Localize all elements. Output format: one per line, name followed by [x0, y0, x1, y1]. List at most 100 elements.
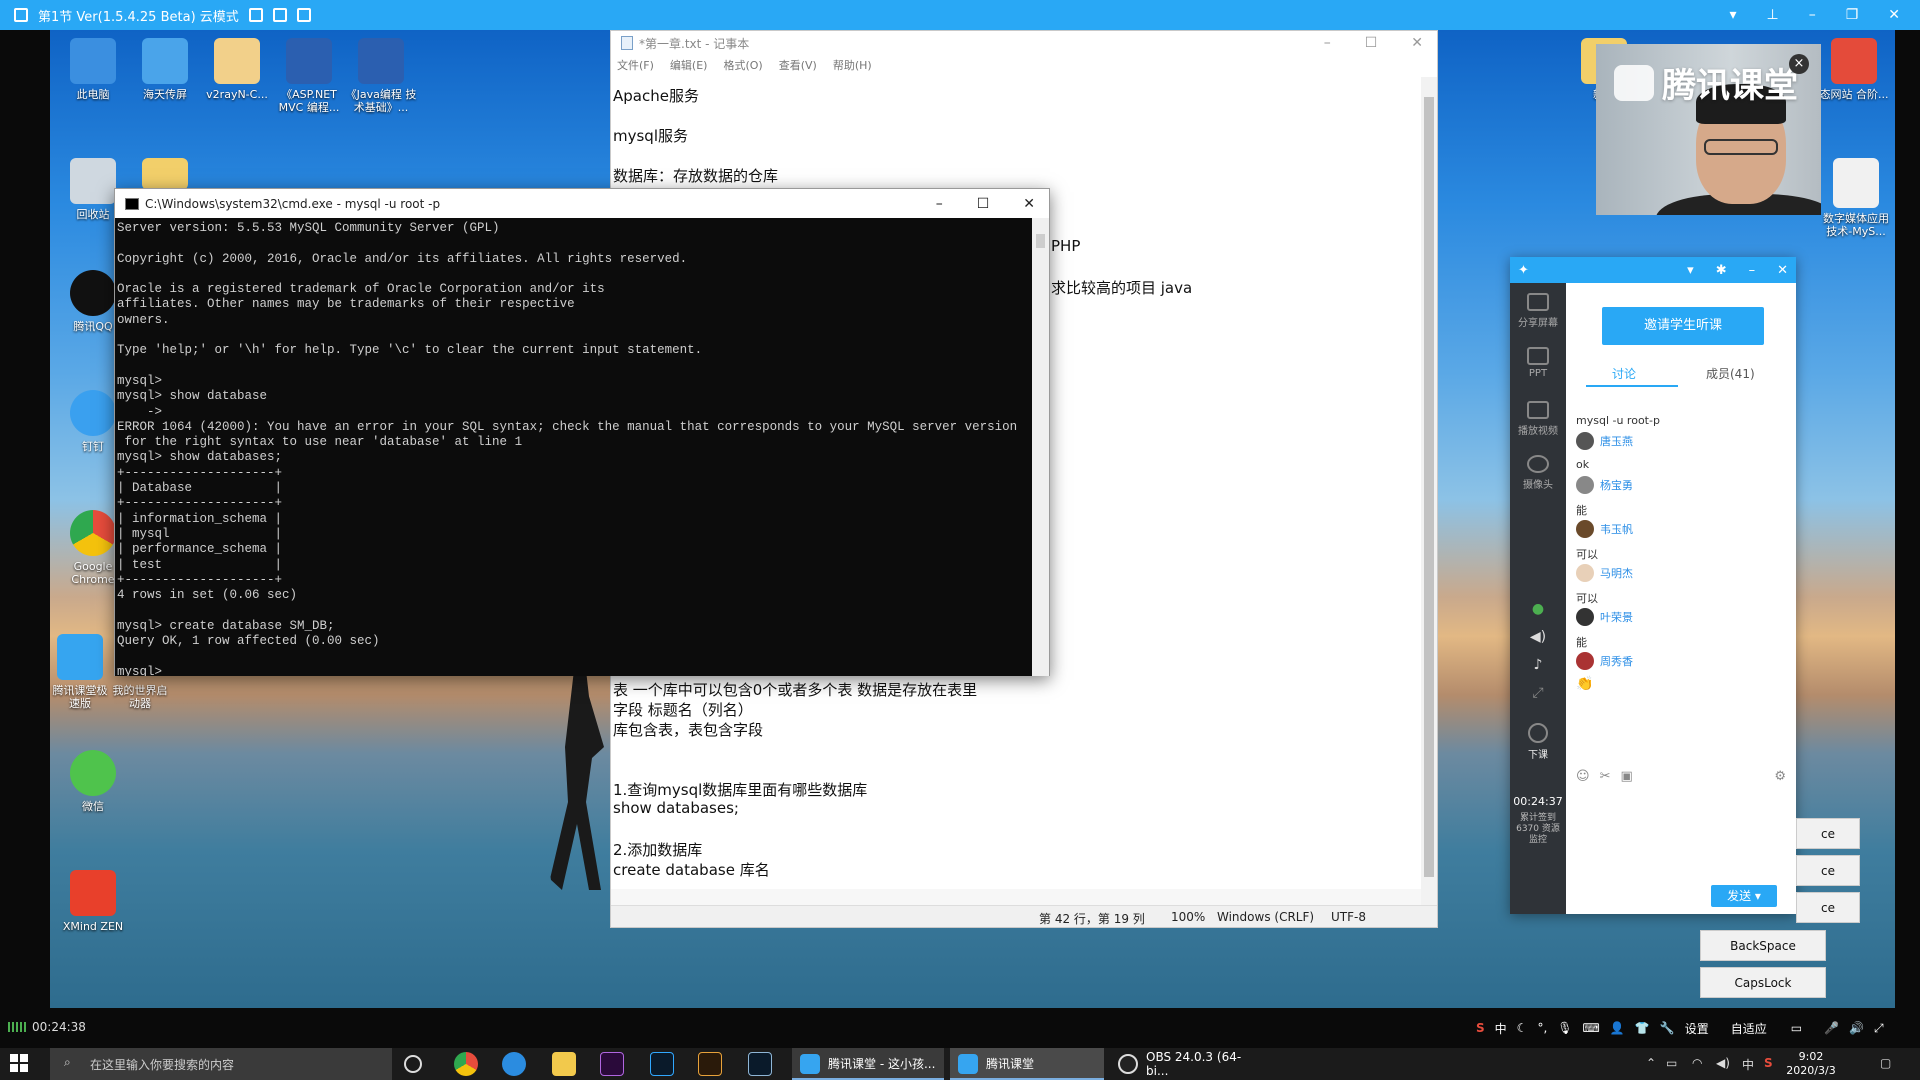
- desktop-icon-java-doc[interactable]: 《Java编程 技术基础》...: [344, 38, 418, 114]
- sogou-tray-icon[interactable]: S: [1764, 1056, 1773, 1070]
- close-button[interactable]: ✕: [1411, 35, 1423, 51]
- play-video-button[interactable]: 播放视频: [1510, 401, 1566, 437]
- ppt-button[interactable]: PPT: [1510, 347, 1566, 379]
- taskbar-search-box[interactable]: ⌕ 在这里输入你要搜索的内容: [50, 1048, 392, 1080]
- bridge-icon[interactable]: [698, 1052, 722, 1076]
- chat-sender[interactable]: 叶荣景: [1576, 608, 1633, 626]
- notification-icon[interactable]: ▢: [1880, 1056, 1891, 1070]
- taskbar-task-tencent-class-1[interactable]: 腾讯课堂 - 这小孩...: [792, 1048, 944, 1080]
- chat-sender[interactable]: 杨宝勇: [1576, 476, 1633, 494]
- tab-discussion[interactable]: 讨论: [1612, 365, 1636, 382]
- key-capslock[interactable]: CapsLock: [1700, 967, 1826, 998]
- desktop-icon-tencent-class[interactable]: 腾讯课堂极速版: [50, 634, 110, 710]
- cmd-console[interactable]: Server version: 5.5.53 MySQL Community S…: [115, 218, 1033, 676]
- desktop-icon-v2rayn[interactable]: v2rayN-C...: [200, 38, 274, 101]
- key-ce[interactable]: ce: [1796, 855, 1860, 886]
- notepad-horizontal-scrollbar[interactable]: [611, 889, 1421, 905]
- close-button[interactable]: ✕: [1777, 263, 1788, 278]
- scroll-thumb[interactable]: [1036, 234, 1045, 248]
- chat-sender[interactable]: 周秀香: [1576, 652, 1633, 670]
- mic-icon[interactable]: ●: [1510, 601, 1566, 617]
- wrench-icon[interactable]: 🔧: [1660, 1021, 1675, 1035]
- photoshop-icon[interactable]: [650, 1052, 674, 1076]
- image-icon[interactable]: ▣: [1620, 769, 1632, 785]
- dropdown-icon[interactable]: ▾: [1687, 263, 1694, 278]
- keyboard-icon[interactable]: ⌨: [1583, 1021, 1600, 1035]
- maximize-button[interactable]: ☐: [977, 196, 990, 212]
- key-backspace[interactable]: BackSpace: [1700, 930, 1826, 961]
- file-explorer-icon[interactable]: [552, 1052, 576, 1076]
- speaker-icon[interactable]: ◀): [1510, 629, 1566, 645]
- minimize-button[interactable]: –: [1749, 263, 1756, 278]
- notepad-titlebar[interactable]: *第一章.txt - 记事本 – ☐ ✕: [611, 31, 1437, 55]
- edit-icon[interactable]: [248, 8, 263, 22]
- home-icon[interactable]: [296, 8, 311, 22]
- desktop-icon-web-course[interactable]: 态网站 合阶...: [1816, 38, 1892, 101]
- maximize-button[interactable]: ☐: [1365, 35, 1378, 51]
- desktop-icon-haitian[interactable]: 海天传屏: [128, 38, 202, 101]
- taskbar-task-tencent-class-2[interactable]: 腾讯课堂: [950, 1048, 1104, 1080]
- minimize-button[interactable]: –: [1324, 35, 1331, 51]
- chat-sender[interactable]: 唐玉燕: [1576, 432, 1633, 450]
- cmd-scrollbar[interactable]: [1032, 218, 1049, 676]
- video-close-button[interactable]: ×: [1789, 54, 1809, 74]
- send-button[interactable]: 发送 ▾: [1711, 885, 1777, 907]
- pin-icon[interactable]: ✱: [1716, 263, 1727, 278]
- key-ce[interactable]: ce: [1796, 892, 1860, 923]
- mic-icon[interactable]: 🎙: [1557, 1021, 1572, 1035]
- close-button[interactable]: ✕: [1023, 196, 1035, 212]
- sogou-icon[interactable]: S: [1476, 1021, 1485, 1035]
- desktop-icon-this-pc[interactable]: 此电脑: [56, 38, 130, 101]
- chat-sender[interactable]: 韦玉帆: [1576, 520, 1633, 538]
- user-icon[interactable]: 👤: [1610, 1021, 1625, 1035]
- share-icon[interactable]: [272, 8, 287, 22]
- fit-label[interactable]: 自适应: [1731, 1020, 1767, 1037]
- dropdown-icon[interactable]: ▾: [1729, 7, 1736, 23]
- battery-icon[interactable]: ▭: [1666, 1056, 1677, 1070]
- windows-start-icon[interactable]: [10, 1054, 30, 1074]
- end-class-button[interactable]: 下课: [1510, 723, 1566, 761]
- maximize-button[interactable]: ❐: [1846, 7, 1859, 23]
- classroom-panel[interactable]: ✦ ▾ ✱ – ✕ 分享屏幕 PPT 播放视频 摄像头 ● ◀) ♪ ⤢ 下课 …: [1510, 257, 1796, 914]
- edge-icon[interactable]: [502, 1052, 526, 1076]
- expand-icon[interactable]: ⤢: [1874, 1021, 1884, 1036]
- emoji-icon[interactable]: ☺: [1576, 769, 1590, 785]
- music-icon[interactable]: ♪: [1510, 657, 1566, 673]
- lightroom-icon[interactable]: [748, 1052, 772, 1076]
- share-screen-button[interactable]: 分享屏幕: [1510, 293, 1566, 329]
- minimize-button[interactable]: –: [1809, 7, 1816, 23]
- window-icon[interactable]: ▭: [1791, 1021, 1802, 1035]
- volume-icon[interactable]: ◀): [1716, 1056, 1730, 1070]
- menu-format[interactable]: 格式(O): [723, 57, 762, 73]
- taskbar-clock[interactable]: 9:02 2020/3/3: [1781, 1050, 1841, 1078]
- cortana-icon[interactable]: [404, 1055, 422, 1073]
- premiere-icon[interactable]: [600, 1052, 624, 1076]
- menu-edit[interactable]: 编辑(E): [670, 57, 708, 73]
- tray-ime-mode[interactable]: 中: [1742, 1056, 1754, 1073]
- chat-sender[interactable]: 马明杰: [1576, 564, 1633, 582]
- notepad-vertical-scrollbar[interactable]: [1421, 77, 1437, 913]
- pin-icon[interactable]: ⊥: [1767, 7, 1779, 23]
- shirt-icon[interactable]: 👕: [1635, 1021, 1650, 1035]
- camera-button[interactable]: 摄像头: [1510, 455, 1566, 491]
- desktop-icon-digital-media[interactable]: 数字媒体应用 技术-MyS...: [1816, 158, 1896, 238]
- fullscreen-icon[interactable]: ⤢: [1510, 685, 1566, 701]
- volume-icon[interactable]: 🔊: [1849, 1021, 1864, 1035]
- desktop-icon-aspnet-doc[interactable]: 《ASP.NET MVC 编程...: [272, 38, 346, 114]
- network-icon[interactable]: ◠: [1692, 1056, 1702, 1070]
- menu-view[interactable]: 查看(V): [779, 57, 817, 73]
- menu-help[interactable]: 帮助(H): [833, 57, 872, 73]
- settings-label[interactable]: 设置: [1685, 1020, 1709, 1037]
- moon-icon[interactable]: ☾: [1517, 1021, 1528, 1035]
- chrome-icon[interactable]: [454, 1052, 478, 1076]
- punct-icon[interactable]: °,: [1537, 1021, 1547, 1035]
- key-ce[interactable]: ce: [1796, 818, 1860, 849]
- desktop-icon-xmind[interactable]: XMind ZEN: [56, 870, 130, 933]
- minimize-button[interactable]: –: [936, 196, 943, 212]
- ime-mode[interactable]: 中: [1495, 1020, 1507, 1037]
- cmd-titlebar[interactable]: C:\Windows\system32\cmd.exe - mysql -u r…: [115, 189, 1049, 218]
- menu-file[interactable]: 文件(F): [617, 57, 654, 73]
- tab-members[interactable]: 成员(41): [1706, 365, 1755, 382]
- cmd-window[interactable]: C:\Windows\system32\cmd.exe - mysql -u r…: [114, 188, 1050, 676]
- desktop-icon-wechat[interactable]: 微信: [56, 750, 130, 813]
